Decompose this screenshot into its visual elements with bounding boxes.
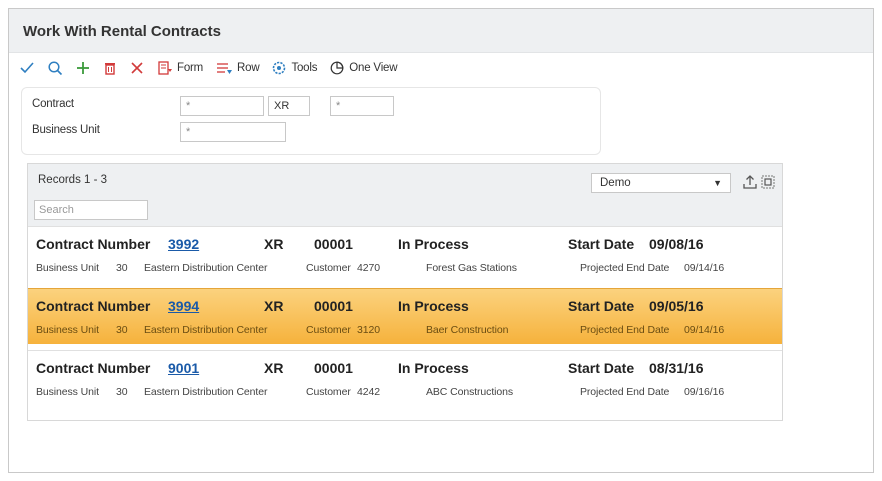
company: 00001	[314, 298, 353, 314]
checkmark-icon	[20, 62, 34, 74]
contracts-grid: Records 1 - 3 Search Demo ▼ Contract Num…	[27, 163, 783, 421]
business-unit-label: Business Unit	[36, 324, 99, 336]
company: 00001	[314, 236, 353, 252]
plus-icon	[77, 62, 89, 74]
view-select[interactable]: Demo ▼	[591, 173, 731, 193]
contract-type: XR	[264, 298, 284, 314]
customer-value: 4242	[357, 386, 380, 398]
start-date: 09/08/16	[649, 236, 704, 252]
contract-number-link[interactable]: 9001	[168, 360, 199, 376]
row-menu[interactable]: Row	[215, 60, 260, 76]
view-select-value: Demo	[600, 177, 631, 189]
contract-number-label: Contract Number	[36, 298, 151, 314]
table-row[interactable]: Contract Number 3992 XR 00001 In Process…	[28, 226, 782, 282]
business-unit-name: Eastern Distribution Center	[144, 324, 268, 336]
end-date-label: Projected End Date	[580, 386, 670, 398]
records-count: Records 1 - 3	[38, 174, 108, 186]
contract-number-link-text[interactable]: 3994	[168, 298, 199, 314]
toolbar: Form Row Tools One View	[9, 53, 873, 83]
add-button[interactable]	[75, 60, 91, 76]
trash-icon	[105, 63, 115, 75]
contract-type: XR	[264, 360, 284, 376]
start-date-label: Start Date	[568, 298, 635, 314]
end-date-label: Projected End Date	[580, 324, 670, 336]
search-icon	[48, 61, 63, 76]
expand-grid-icon[interactable]	[760, 174, 776, 190]
end-date: 09/16/16	[684, 386, 725, 398]
business-unit-value: 30	[116, 324, 128, 336]
contract-number-label: Contract Number	[36, 360, 151, 376]
contract-number-link[interactable]: 3994	[168, 298, 199, 314]
end-date-label: Projected End Date	[580, 262, 670, 274]
customer-label: Customer	[306, 386, 351, 398]
business-unit-label: Business Unit	[32, 124, 100, 136]
filter-panel: Contract * XR * Business Unit *	[21, 87, 601, 155]
page-title: Work With Rental Contracts	[23, 23, 221, 40]
customer-name: Forest Gas Stations	[426, 262, 517, 274]
start-date-label: Start Date	[568, 236, 635, 252]
grid-header: Records 1 - 3 Search Demo ▼	[28, 164, 782, 226]
status: In Process	[398, 298, 469, 314]
title-bar: Work With Rental Contracts	[9, 9, 873, 53]
tools-menu-label: Tools	[291, 62, 318, 74]
form-icon	[158, 61, 172, 75]
contract-number-input[interactable]: *	[180, 96, 264, 116]
start-date-label: Start Date	[568, 360, 635, 376]
company: 00001	[314, 360, 353, 376]
contract-number-link[interactable]: 3992	[168, 236, 199, 252]
status: In Process	[398, 236, 469, 252]
end-date: 09/14/16	[684, 262, 725, 274]
find-button[interactable]	[47, 60, 63, 76]
contract-label: Contract	[32, 98, 74, 110]
customer-value: 4270	[357, 262, 380, 274]
start-date: 08/31/16	[649, 360, 704, 376]
business-unit-label: Business Unit	[36, 262, 99, 274]
pie-chart-icon	[330, 61, 344, 75]
contract-number-link-text[interactable]: 3992	[168, 236, 199, 252]
form-menu-label: Form	[177, 62, 204, 74]
form-menu[interactable]: Form	[157, 60, 203, 76]
contract-number-label: Contract Number	[36, 236, 151, 252]
customer-value: 3120	[357, 324, 380, 336]
customer-name: Baer Construction	[426, 324, 509, 336]
contract-type: XR	[264, 236, 284, 252]
delete-button[interactable]	[103, 60, 117, 76]
one-view-menu-label: One View	[349, 62, 398, 74]
business-unit-label: Business Unit	[36, 386, 99, 398]
export-icon[interactable]	[742, 174, 758, 190]
contract-company-input[interactable]: *	[330, 96, 394, 116]
contract-type-input[interactable]: XR	[268, 96, 310, 116]
customer-label: Customer	[306, 262, 351, 274]
row-menu-label: Row	[237, 62, 260, 74]
customer-name: ABC Constructions	[426, 386, 514, 398]
business-unit-name: Eastern Distribution Center	[144, 262, 268, 274]
row-icon	[217, 63, 233, 74]
close-icon	[131, 62, 143, 74]
dropdown-arrow-icon: ▼	[713, 178, 722, 188]
business-unit-name: Eastern Distribution Center	[144, 386, 268, 398]
tools-menu[interactable]: Tools	[271, 60, 317, 76]
gear-icon	[273, 61, 286, 75]
business-unit-value: 30	[116, 262, 128, 274]
business-unit-value: 30	[116, 386, 128, 398]
status: In Process	[398, 360, 469, 376]
ok-button[interactable]	[19, 60, 35, 76]
end-date: 09/14/16	[684, 324, 725, 336]
business-unit-input[interactable]: *	[180, 122, 286, 142]
table-row-selected[interactable]: Contract Number 3994 XR 00001 In Process…	[28, 288, 782, 344]
close-button[interactable]	[129, 60, 145, 76]
contract-number-link-text[interactable]: 9001	[168, 360, 199, 376]
app-window: Work With Rental Contracts Form Row Tool…	[8, 8, 874, 473]
customer-label: Customer	[306, 324, 351, 336]
one-view-menu[interactable]: One View	[329, 60, 398, 76]
grid-search-input[interactable]: Search	[34, 200, 148, 220]
start-date: 09/05/16	[649, 298, 704, 314]
table-row[interactable]: Contract Number 9001 XR 00001 In Process…	[28, 350, 782, 406]
